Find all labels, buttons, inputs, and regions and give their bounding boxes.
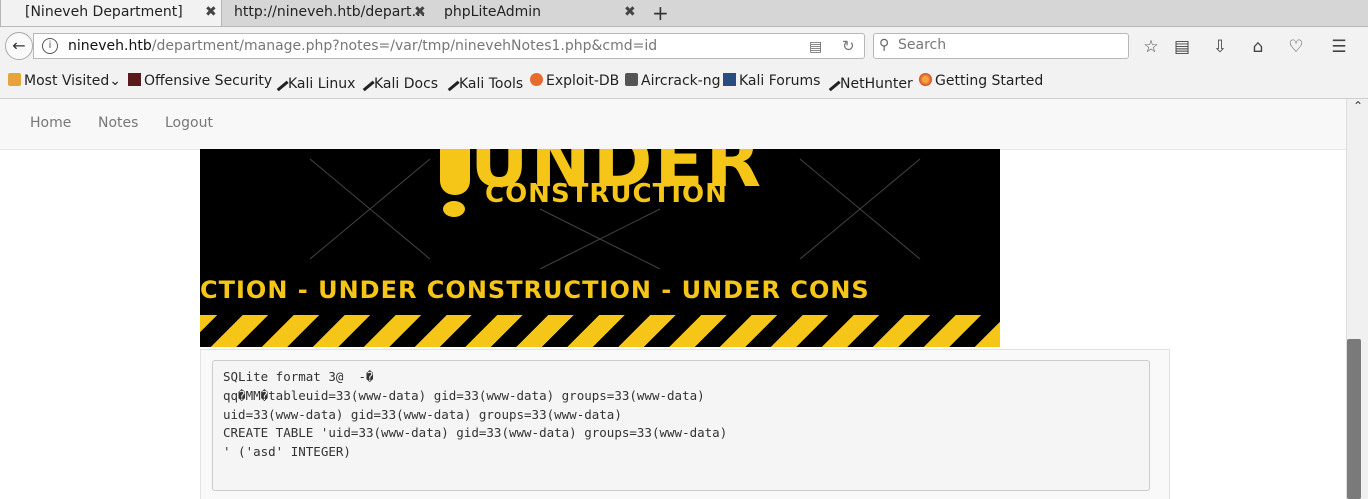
output-line: uid=33(www-data) gid=33(www-data) groups… [223,406,622,422]
bookmark-star-icon[interactable]: ☆ [1140,37,1162,57]
command-output: SQLite format 3@ -� qq�MM�tableuid=33(ww… [212,360,1150,491]
nav-logout-link[interactable]: Logout [165,115,213,131]
back-button[interactable]: ← [5,32,33,60]
back-arrow-icon: ← [12,36,26,55]
bookmark-label: Aircrack-ng [641,73,721,89]
pocket-icon[interactable]: ♡ [1285,37,1307,57]
url-host: nineveh.htb [68,38,152,54]
page-content: Home Notes Logout UNDER CONSTRUCTION CTI… [0,99,1346,499]
bookmark-label: NetHunter [840,76,913,92]
chevron-down-icon: ⌄ [109,73,121,89]
url-bar[interactable]: i nineveh.htb/department/manage.php?note… [33,33,865,59]
tab-label: phpLiteAdmin [444,4,542,20]
tab-phpliteadmin[interactable]: phpLiteAdmin ✖ [420,0,642,26]
bookmark-kali-docs[interactable]: Kali Docs [354,70,439,92]
bookmark-exploit-db[interactable]: Exploit-DB [530,73,619,89]
site-navbar: Home Notes Logout [0,99,1346,150]
scroll-up-icon[interactable]: ⌃ [1353,99,1363,113]
search-icon: ⚲ [879,37,890,53]
firefox-icon [919,73,932,86]
exploitdb-icon [530,73,543,86]
bookmark-aircrack-ng[interactable]: Aircrack-ng [625,73,721,89]
gear-icon [8,73,21,86]
kali-dragon-icon [439,70,460,92]
output-line: SQLite format 3@ -� [223,369,374,384]
bookmark-label: Offensive Security [144,73,273,89]
kali-dragon-icon [820,70,841,92]
bookmarks-toolbar: Most Visited⌄ Offensive Security Kali Li… [0,65,1368,99]
bookmark-label: Kali Docs [374,76,439,92]
exclamation-dot-icon [443,201,465,217]
hamburger-menu-icon[interactable]: ☰ [1328,37,1350,57]
download-icon[interactable]: ⇩ [1209,37,1231,57]
new-tab-button[interactable]: + [652,1,669,25]
info-icon[interactable]: i [42,38,58,54]
nav-toolbar: ← i nineveh.htb/department/manage.php?no… [0,27,1368,65]
output-line: qq�MM�tableuid=33(www-data) gid=33(www-d… [223,387,705,403]
bookmark-label: Kali Linux [288,76,356,92]
bookmark-kali-tools[interactable]: Kali Tools [439,70,524,92]
output-panel: SQLite format 3@ -� qq�MM�tableuid=33(ww… [200,349,1170,499]
tab-bar: [Nineveh Department] ✖ http://nineveh.ht… [0,0,1368,27]
bookmark-label: Kali Forums [739,73,821,89]
bookmark-label: Kali Tools [459,76,524,92]
tab-label: [Nineveh Department] [25,4,183,20]
bookmark-getting-started[interactable]: Getting Started [919,73,1043,89]
aircrack-icon [625,73,638,86]
kali-dragon-icon [354,70,375,92]
nav-home-link[interactable]: Home [30,115,71,131]
bookmark-nethunter[interactable]: NetHunter [820,70,913,92]
exclamation-icon [440,149,470,195]
kali-dragon-icon [268,70,289,92]
nav-notes-link[interactable]: Notes [98,115,138,131]
tab-manage-url[interactable]: http://nineveh.htb/depart… ✖ [210,0,432,26]
bookmark-offensive-security[interactable]: Offensive Security [128,73,272,89]
bookmark-most-visited[interactable]: Most Visited⌄ [8,73,121,89]
bookmark-label: Exploit-DB [546,73,620,89]
banner-subtitle: CONSTRUCTION [485,179,728,209]
bookmark-label: Most Visited [24,73,110,89]
search-placeholder: Search [898,37,947,53]
tab-nineveh-department[interactable]: [Nineveh Department] ✖ [0,0,222,26]
bookmark-label: Getting Started [935,73,1044,89]
kali-forums-icon [723,73,736,86]
bookmark-kali-forums[interactable]: Kali Forums [723,73,820,89]
tab-label: http://nineveh.htb/depart… [234,4,426,20]
url-path: /department/manage.php?notes=/var/tmp/ni… [151,38,658,54]
home-icon[interactable]: ⌂ [1247,37,1269,57]
reader-view-icon[interactable]: ▤ [809,39,822,55]
close-tab-icon[interactable]: ✖ [624,4,636,20]
url-text: nineveh.htb/department/manage.php?notes=… [68,38,657,54]
bookmark-kali-linux[interactable]: Kali Linux [268,70,356,92]
under-construction-banner: UNDER CONSTRUCTION CTION - UNDER CONSTRU… [200,149,1000,347]
output-line: ' ('asd' INTEGER) [223,444,351,460]
banner-repeat-line: CTION - UNDER CONSTRUCTION - UNDER CONS [200,276,870,304]
reload-icon[interactable]: ↻ [842,37,855,55]
hazard-stripes [200,315,1000,347]
scrollbar-thumb[interactable] [1347,339,1361,499]
reading-list-icon[interactable]: ▤ [1171,37,1193,57]
search-input[interactable]: ⚲ Search [873,33,1129,59]
output-line: CREATE TABLE 'uid=33(www-data) gid=33(ww… [223,425,728,441]
offsec-icon [128,73,141,86]
